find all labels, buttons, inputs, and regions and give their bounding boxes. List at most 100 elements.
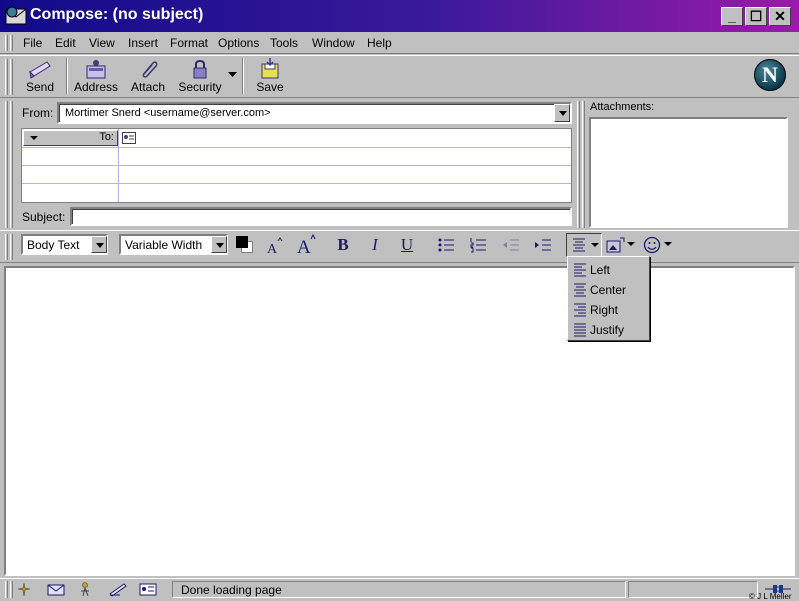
paperclip-icon <box>142 61 158 78</box>
svg-text:A: A <box>297 237 311 255</box>
bullet-list-icon[interactable] <box>438 237 456 253</box>
from-label: From: <box>22 106 54 120</box>
menu-options[interactable]: Options <box>218 36 259 50</box>
compose-app-icon[interactable] <box>5 5 27 27</box>
bold-button[interactable]: B <box>334 235 352 255</box>
status-progress <box>628 581 758 598</box>
format-grip[interactable] <box>10 234 13 260</box>
align-justify-icon <box>574 323 586 337</box>
numbered-list-icon[interactable] <box>470 237 488 253</box>
copyright-credit: © J L Meller <box>749 592 792 601</box>
address-button[interactable]: Address <box>74 58 118 96</box>
menu-format[interactable]: Format <box>170 36 208 50</box>
text-color-button[interactable] <box>236 236 256 254</box>
font-dropdown-button[interactable] <box>211 236 227 253</box>
toolbar-separator <box>66 58 68 94</box>
status-bar: Done loading page © J L Meller <box>0 578 799 601</box>
composer-icon[interactable] <box>108 582 128 597</box>
italic-button[interactable]: I <box>366 235 384 255</box>
recipient-type-select[interactable]: To: <box>23 130 118 146</box>
security-dropdown-arrow-icon[interactable] <box>228 72 237 78</box>
toolbar-separator <box>242 58 244 94</box>
attachments-splitter[interactable] <box>577 101 580 228</box>
toolbar-grip[interactable] <box>5 59 8 95</box>
menu-view[interactable]: View <box>89 36 115 50</box>
paragraph-style-dropdown-button[interactable] <box>91 236 107 253</box>
menu-tools[interactable]: Tools <box>270 36 298 50</box>
title-bar[interactable]: Compose: (no subject) _ ☐ ✕ <box>0 0 799 32</box>
address-grip[interactable] <box>5 101 8 228</box>
align-left-icon <box>574 263 586 277</box>
align-right-label: Right <box>590 303 619 317</box>
menu-file[interactable]: File <box>23 36 42 50</box>
chevron-down-icon[interactable] <box>627 242 635 247</box>
subject-label: Subject: <box>22 210 66 224</box>
save-button[interactable]: Save <box>252 58 288 96</box>
close-button[interactable]: ✕ <box>769 7 791 26</box>
window-title: Compose: (no subject) <box>30 6 204 23</box>
toolbar-grip[interactable] <box>10 59 13 95</box>
menu-window[interactable]: Window <box>312 36 355 50</box>
alignment-menu: Left Center Right Justify <box>567 256 650 341</box>
address-grip[interactable] <box>10 101 13 228</box>
align-left-item[interactable]: Left <box>572 260 648 280</box>
align-left-label: Left <box>590 263 611 277</box>
security-button[interactable]: Security <box>177 58 223 96</box>
attachments-label: Attachments: <box>590 101 655 113</box>
from-select[interactable]: Mortimer Snerd <username@server.com> <box>57 102 572 124</box>
indent-icon[interactable] <box>534 237 552 253</box>
address-book-icon[interactable] <box>139 582 157 597</box>
attach-button[interactable]: Attach <box>128 58 168 96</box>
instant-messenger-icon[interactable] <box>77 582 93 597</box>
main-toolbar: Send Address Attach Security Save <box>0 55 799 98</box>
from-dropdown-button[interactable] <box>554 104 570 122</box>
mail-icon[interactable] <box>47 582 65 597</box>
subject-input[interactable] <box>70 207 572 226</box>
status-grip[interactable] <box>10 581 13 598</box>
to-label: To: <box>99 131 114 143</box>
maximize-button[interactable]: ☐ <box>745 7 767 26</box>
decrease-font-size-icon[interactable]: A <box>265 235 285 255</box>
increase-font-size-icon[interactable]: A <box>296 233 318 255</box>
chevron-down-icon <box>591 243 599 247</box>
message-body-editor[interactable] <box>4 266 795 576</box>
insert-image-icon[interactable] <box>606 236 626 254</box>
menu-help[interactable]: Help <box>367 36 392 50</box>
security-label: Security <box>178 80 222 94</box>
status-text: Done loading page <box>172 581 626 598</box>
menu-grip[interactable] <box>10 35 13 51</box>
menu-insert[interactable]: Insert <box>128 36 158 50</box>
lock-icon <box>193 60 207 79</box>
address-card-icon[interactable] <box>122 132 136 144</box>
recipient-row[interactable] <box>22 184 571 201</box>
attachments-list[interactable] <box>589 117 788 228</box>
netscape-logo[interactable]: N <box>754 59 786 91</box>
navigator-icon[interactable] <box>16 582 32 597</box>
align-justify-label: Justify <box>590 323 625 337</box>
save-disk-icon <box>261 58 279 79</box>
align-right-icon <box>574 303 586 317</box>
format-grip[interactable] <box>5 234 8 260</box>
send-button[interactable]: Send <box>20 58 60 96</box>
menu-edit[interactable]: Edit <box>55 36 76 50</box>
minimize-button[interactable]: _ <box>721 7 743 26</box>
recipient-row[interactable] <box>22 148 571 165</box>
menu-grip[interactable] <box>5 35 8 51</box>
smiley-icon[interactable] <box>643 236 661 254</box>
align-center-icon <box>573 238 585 252</box>
align-center-item[interactable]: Center <box>572 280 648 300</box>
underline-button[interactable]: U <box>398 235 416 255</box>
outdent-icon[interactable] <box>502 237 520 253</box>
alignment-button[interactable] <box>566 233 602 257</box>
recipient-row[interactable] <box>22 166 571 183</box>
attachments-splitter[interactable] <box>582 101 585 228</box>
align-justify-item[interactable]: Justify <box>572 320 648 340</box>
align-right-item[interactable]: Right <box>572 300 648 320</box>
send-label: Send <box>25 80 55 94</box>
foreground-color-swatch <box>236 236 248 248</box>
align-center-label: Center <box>590 283 627 297</box>
recipient-grid[interactable]: To: <box>21 128 572 203</box>
status-grip[interactable] <box>5 581 8 598</box>
chevron-down-icon[interactable] <box>664 242 672 247</box>
send-icon <box>29 61 51 79</box>
